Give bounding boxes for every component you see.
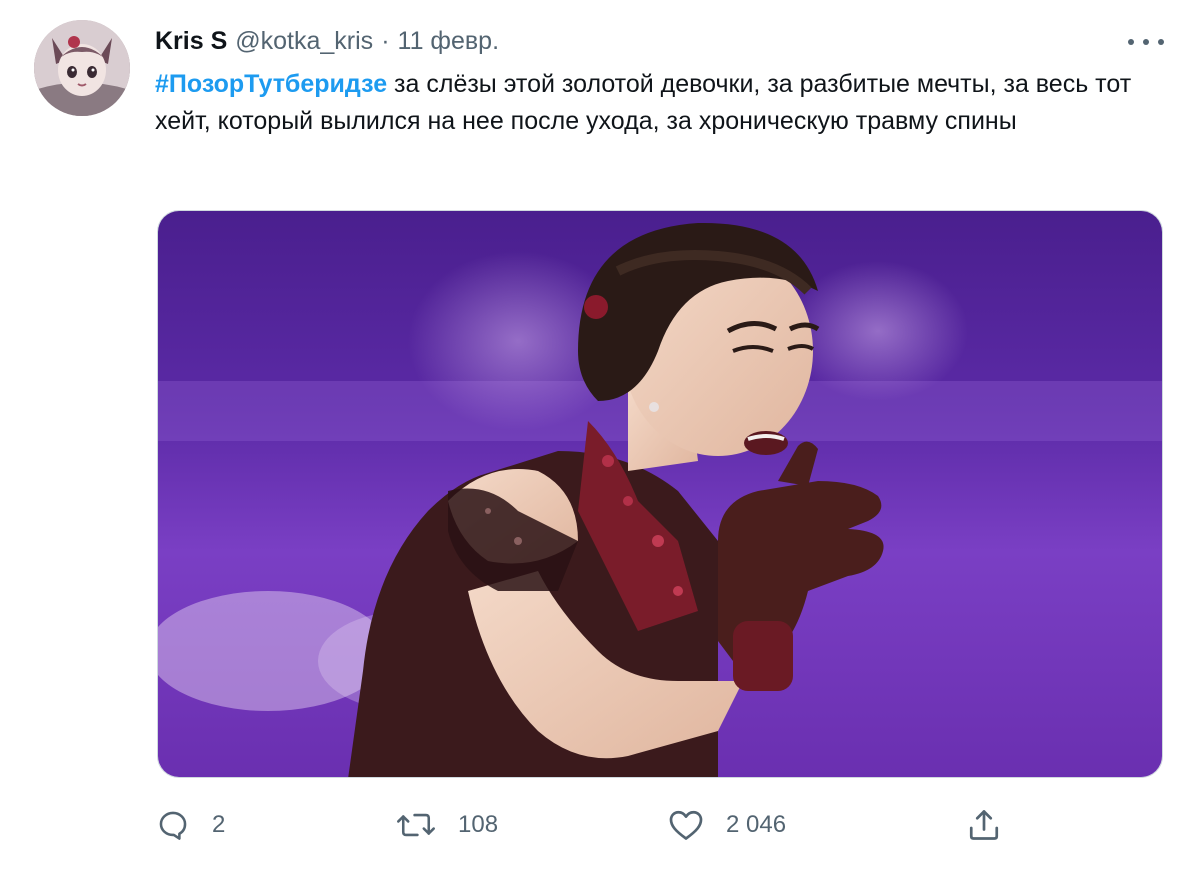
tweet-photo[interactable] xyxy=(157,210,1163,778)
like-count: 2 046 xyxy=(726,811,787,838)
retweet-count: 108 xyxy=(458,811,499,838)
tweet: Kris S @kotka_kris · 11 февр. #ПозорТутб… xyxy=(0,0,1196,874)
tweet-text: #ПозорТутберидзе за слёзы этой золотой д… xyxy=(155,66,1165,140)
retweet-button[interactable]: 108 xyxy=(396,800,498,850)
hashtag-link[interactable]: #ПозорТутберидзе xyxy=(155,70,387,98)
avatar[interactable] xyxy=(34,20,130,116)
tweet-header: Kris S @kotka_kris · 11 февр. xyxy=(155,24,499,58)
reply-button[interactable]: 2 xyxy=(156,800,225,850)
author-handle[interactable]: @kotka_kris xyxy=(235,27,373,56)
more-icon[interactable] xyxy=(1128,28,1164,56)
share-button[interactable] xyxy=(966,800,1002,850)
like-button[interactable]: 2 046 xyxy=(668,800,786,850)
retweet-icon xyxy=(396,808,436,842)
reply-count: 2 xyxy=(212,811,226,838)
tweet-date[interactable]: 11 февр. xyxy=(398,27,500,56)
share-icon xyxy=(966,807,1002,843)
reply-icon xyxy=(156,808,190,842)
author-name[interactable]: Kris S xyxy=(155,27,227,56)
action-bar: 2 108 2 046 xyxy=(0,800,1196,850)
separator-dot: · xyxy=(381,26,390,55)
heart-icon xyxy=(668,808,704,842)
